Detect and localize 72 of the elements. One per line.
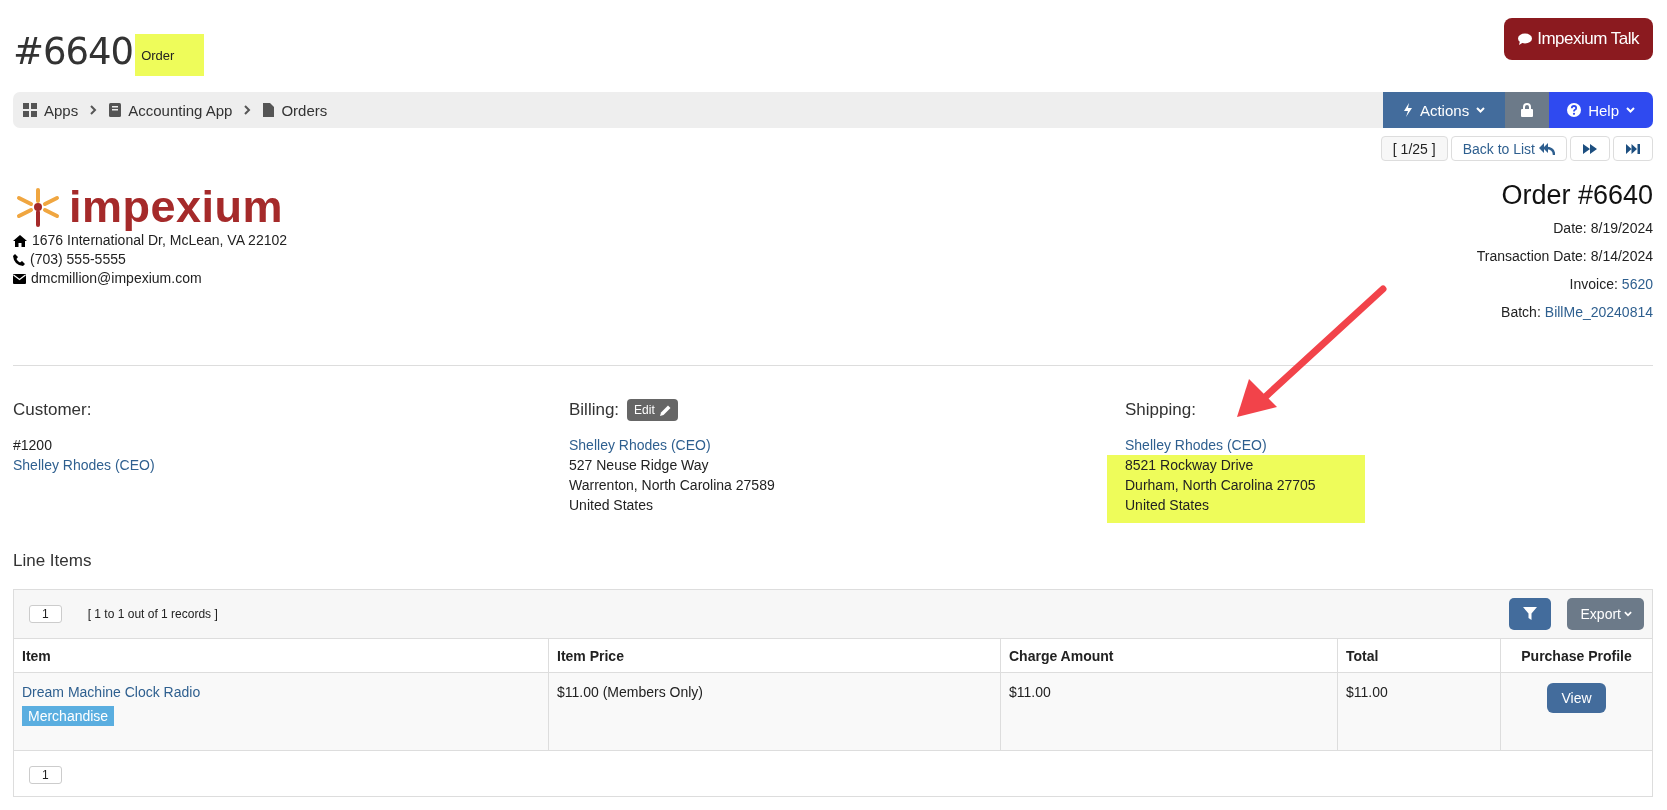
help-icon <box>1567 103 1582 117</box>
item-link[interactable]: Dream Machine Clock Radio <box>22 684 201 700</box>
column-header: Item Price <box>548 639 1000 672</box>
table-cell: $11.00 <box>1346 684 1388 700</box>
pencil-icon <box>659 404 671 416</box>
reply-all-icon <box>1539 142 1555 155</box>
book-icon <box>109 103 122 117</box>
phone-icon <box>13 253 25 266</box>
edit-button[interactable]: Edit <box>627 399 678 421</box>
field-label: Transaction Date: <box>1476 247 1587 266</box>
company-email: dmcmillion@impexium.com <box>31 269 202 288</box>
file-icon <box>263 103 275 117</box>
fast-forward-icon <box>1583 143 1597 154</box>
category-tag: Merchandise <box>22 706 115 726</box>
company-address: 1676 International Dr, McLean, VA 22102 <box>32 232 288 250</box>
field-link[interactable]: 5620 <box>1621 270 1653 298</box>
chevron-right-icon <box>244 105 252 115</box>
view-button[interactable]: View <box>1547 683 1606 713</box>
talk-button[interactable]: Impexium Talk <box>1504 18 1653 60</box>
billing-name-link[interactable]: Shelley Rhodes (CEO) <box>569 437 711 453</box>
caret-icon <box>1476 107 1486 113</box>
field-label: Batch: <box>1501 303 1541 322</box>
page-subtitle: Order <box>135 34 205 76</box>
records-info: [ 1 to 1 out of 1 records ] <box>87 607 218 621</box>
order-title: Order #6640 <box>1500 180 1653 211</box>
filter-button[interactable] <box>1508 598 1551 630</box>
back-to-list-button[interactable]: Back to List <box>1450 136 1567 161</box>
company-phone: (703) 555-5555 <box>30 250 126 269</box>
lock-button[interactable] <box>1505 92 1550 128</box>
column-header: Charge Amount <box>1000 639 1337 672</box>
caret-icon <box>1626 107 1635 113</box>
column-header: Item <box>21 647 52 666</box>
table-cell: $11.00 (Members Only) <box>557 684 703 700</box>
customer-link[interactable]: Shelley Rhodes (CEO) <box>13 457 155 473</box>
home-icon <box>13 234 27 247</box>
page-number-button[interactable]: 1 <box>29 766 62 784</box>
section-heading: Billing: <box>569 400 620 420</box>
shipping-name-link[interactable]: Shelley Rhodes (CEO) <box>1125 437 1267 453</box>
field-value: 8/19/2024 <box>1590 219 1653 238</box>
billing-address: 527 Neuse Ridge Way Warrenton, North Carolina 27589 United States <box>569 456 776 515</box>
column-header: Total <box>1337 639 1500 672</box>
export-button[interactable]: Export <box>1566 598 1644 630</box>
page-title: #6640 <box>13 29 134 73</box>
section-heading: Line Items <box>13 551 92 570</box>
field-label: Date: <box>1553 219 1587 238</box>
chat-bubble-icon <box>1518 33 1533 45</box>
caret-icon <box>1624 611 1632 617</box>
lightning-icon <box>1402 103 1413 117</box>
customer-number: #1200 <box>13 436 53 455</box>
highlighted-address: 8521 Rockway Drive Durham, North Carolina 27705 United States <box>1107 455 1365 523</box>
chevron-right-icon <box>90 105 98 115</box>
page-number-button[interactable]: 1 <box>29 605 62 623</box>
breadcrumb-link[interactable]: Apps <box>23 101 79 119</box>
breadcrumb-link[interactable]: Orders <box>263 101 328 119</box>
field-label: Invoice: <box>1569 275 1618 294</box>
help-button[interactable]: Help <box>1549 92 1653 128</box>
field-link[interactable]: BillMe_20240814 <box>1544 298 1653 326</box>
envelope-icon <box>13 273 26 284</box>
last-button[interactable] <box>1613 136 1653 161</box>
skip-to-end-icon <box>1626 143 1640 154</box>
lock-icon <box>1521 103 1534 117</box>
table-cell: $11.00 <box>1009 684 1051 700</box>
actions-button[interactable]: Actions <box>1382 92 1506 128</box>
section-heading: Shipping: <box>1125 400 1196 420</box>
grid-icon <box>23 103 37 117</box>
column-header: Purchase Profile <box>1500 639 1652 672</box>
section-heading: Customer: <box>13 400 92 420</box>
filter-icon <box>1522 607 1537 621</box>
next-button[interactable] <box>1570 136 1610 161</box>
breadcrumb-link[interactable]: Accounting App <box>109 101 233 119</box>
record-position: [ 1/25 ] <box>1380 136 1448 161</box>
field-value: 8/14/2024 <box>1590 247 1653 266</box>
